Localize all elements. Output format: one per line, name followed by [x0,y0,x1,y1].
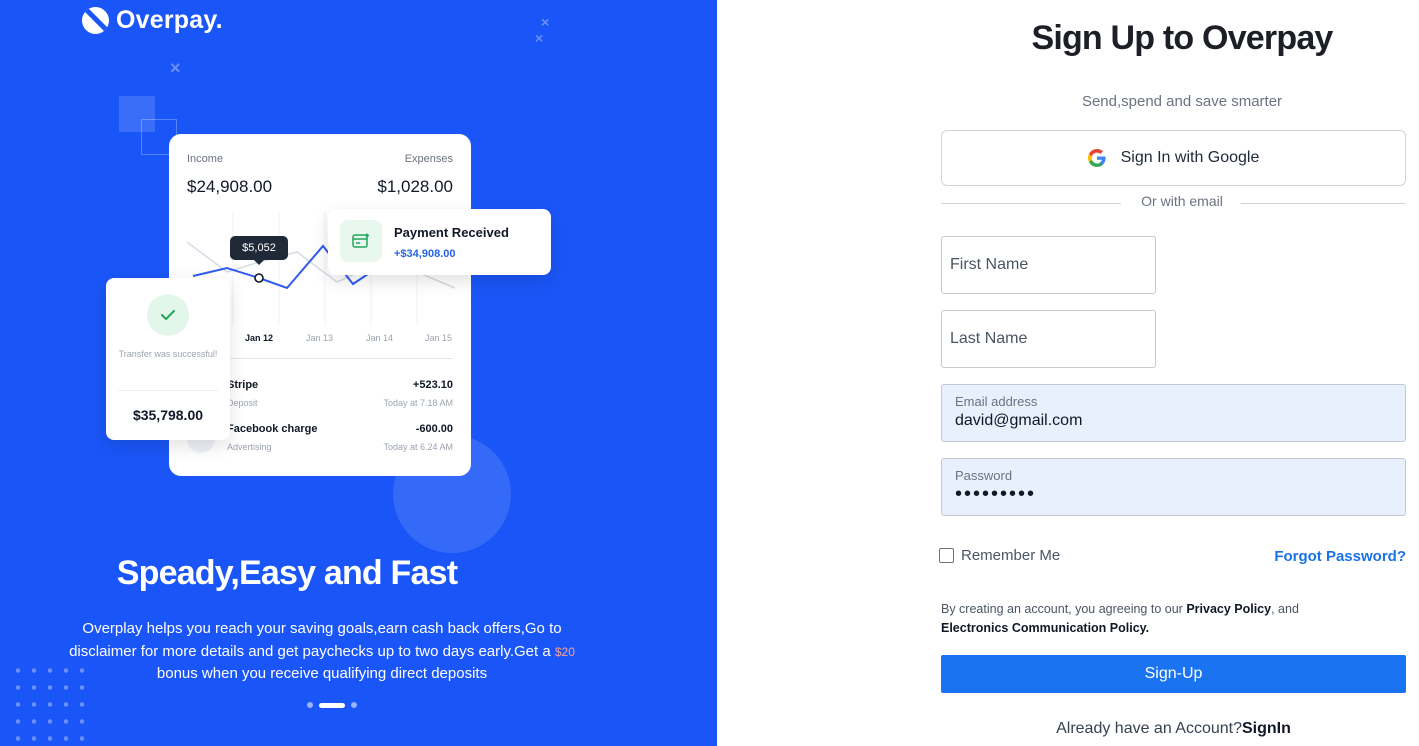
transaction-name: Stripe [227,379,259,391]
google-signin-label: Sign In with Google [1120,149,1260,166]
promo-description-text: Overplay helps you reach your saving goa… [69,620,562,660]
remember-me[interactable]: Remember Me [939,547,1060,564]
forgot-password-link[interactable]: Forgot Password? [1274,548,1406,565]
decorative-x-icon: × [535,30,544,46]
carousel-dot[interactable] [351,702,357,708]
decorative-x-icon: × [170,58,181,78]
password-label: Password [955,468,1013,483]
remember-me-checkbox[interactable] [939,548,954,563]
carousel-indicator [307,702,357,708]
remember-me-label: Remember Me [961,547,1061,564]
email-value: david@gmail.com [955,412,1083,429]
brand-name: Overpay. [116,6,223,34]
payment-received-card: Payment Received +$34,908.00 [328,209,551,275]
transaction-time: Today at 6.24 AM [383,442,453,452]
terms-text: By creating an account, you agreeing to … [941,600,1411,638]
email-field[interactable]: Email address david@gmail.com [941,384,1406,442]
transaction-type: Advertising [227,442,272,452]
privacy-policy-link[interactable]: Privacy Policy [1186,602,1271,616]
chart-date-label: Jan 13 [306,333,334,343]
communication-policy-link[interactable]: Electronics Communication Policy. [941,621,1149,635]
chart-date-label: Jan 15 [425,333,453,343]
promo-headline: Speady,Easy and Fast [116,554,458,592]
carousel-dot-active[interactable] [319,702,345,708]
page-title: Sign Up to Overpay [1031,19,1333,57]
income-value: $24,908.00 [187,177,273,196]
divider-line [1241,203,1406,204]
success-amount: $35,798.00 [132,407,204,423]
password-value: ••••••••• [955,483,1037,505]
logo-icon [82,7,109,34]
success-message: Transfer was successful! [118,349,218,359]
decorative-x-icon: × [541,14,550,30]
first-name-input[interactable] [941,236,1156,294]
signin-prompt: Already have an Account?SignIn [941,720,1406,738]
or-divider-text: Or with email [1141,193,1223,209]
promo-description: Overplay helps you reach your saving goa… [64,618,580,686]
transaction-type: Deposit [227,398,258,408]
income-label: Income [187,153,224,165]
promo-panel: Overpay. × × × Income Expenses $24,908.0… [0,0,717,746]
terms-prefix: By creating an account, you agreeing to … [941,602,1183,616]
chart-date-label: Jan 14 [366,333,394,343]
signin-link[interactable]: SignIn [1242,720,1291,737]
expenses-label: Expenses [404,153,453,165]
google-icon [1087,149,1106,167]
promo-description-text: bonus when you receive qualifying direct… [156,665,488,682]
payment-title: Payment Received [394,225,509,240]
transaction-name: Facebook charge [227,423,318,435]
transfer-success-card: Transfer was successful! $35,798.00 [106,278,230,440]
card-divider [227,358,453,359]
signup-button[interactable]: Sign-Up [941,655,1406,693]
terms-and: , and [1271,602,1299,616]
payment-amount: +$34,908.00 [394,248,456,260]
google-signin-button[interactable]: Sign In with Google [941,130,1406,186]
transaction-time: Today at 7.18 AM [383,398,453,408]
transaction-amount: -600.00 [415,423,453,435]
last-name-input[interactable] [941,310,1156,368]
email-label: Email address [955,394,1038,409]
tooltip-value: $5,052 [242,242,276,254]
transaction-amount: +523.10 [412,379,453,391]
signup-button-label: Sign-Up [1144,665,1203,682]
expenses-value: $1,028.00 [377,177,453,196]
signin-prompt-text: Already have an Account? [1056,720,1242,737]
chart-tooltip: $5,052 [230,236,288,265]
card-divider [118,390,218,391]
check-icon [147,294,189,336]
password-field[interactable]: Password ••••••••• [941,458,1406,516]
bonus-amount: $20 [554,644,575,659]
payment-icon [340,220,382,262]
page-subtitle: Send,spend and save smarter [1081,93,1283,110]
chart-date-label: Jan 12 [245,333,274,343]
or-divider: Or with email [941,193,1406,213]
brand-logo[interactable]: Overpay. [82,6,223,35]
carousel-dot[interactable] [307,702,313,708]
